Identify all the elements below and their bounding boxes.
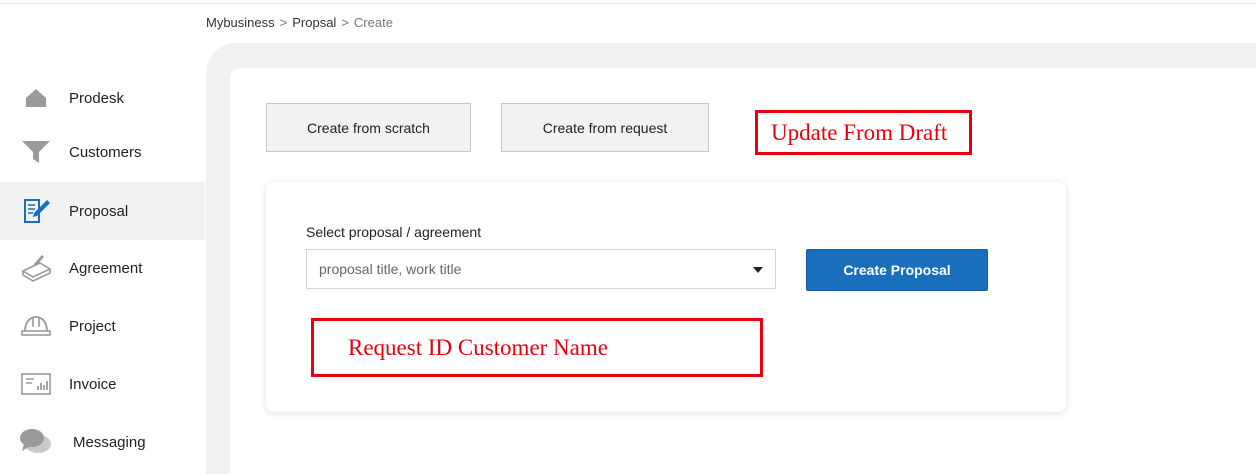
sidebar: Prodesk Customers Proposal Agreement Pro… — [0, 70, 205, 474]
sidebar-item-invoice[interactable]: Invoice — [0, 356, 205, 412]
funnel-icon — [18, 134, 54, 170]
request-id-customer-name-annotation: Request ID Customer Name — [311, 318, 763, 377]
invoice-icon — [18, 366, 54, 402]
proposal-document-icon — [18, 193, 54, 229]
sidebar-item-label: Proposal — [69, 202, 129, 220]
sidebar-item-label: Agreement — [69, 259, 143, 277]
create-proposal-button[interactable]: Create Proposal — [806, 249, 988, 291]
breadcrumb-separator: > — [279, 15, 288, 30]
proposal-select-dropdown[interactable]: proposal title, work title — [306, 249, 776, 289]
proposal-select-card — [266, 182, 1066, 412]
breadcrumb-current: Create — [353, 15, 393, 30]
create-from-scratch-button[interactable]: Create from scratch — [266, 103, 471, 152]
chat-bubbles-icon — [18, 424, 54, 460]
sidebar-item-customers[interactable]: Customers — [0, 124, 205, 180]
breadcrumb: Mybusiness > Propsal > Create — [206, 15, 393, 30]
sidebar-item-label: Project — [69, 317, 116, 335]
chevron-down-icon — [753, 267, 763, 273]
update-from-draft-annotation: Update From Draft — [755, 110, 972, 155]
sidebar-item-proposal[interactable]: Proposal — [0, 182, 205, 240]
top-divider — [0, 3, 1256, 4]
breadcrumb-item-mybusiness[interactable]: Mybusiness — [206, 15, 275, 30]
sidebar-item-label: Invoice — [69, 375, 117, 393]
hardhat-icon — [18, 308, 54, 344]
create-from-request-button[interactable]: Create from request — [501, 103, 709, 152]
sidebar-item-prodesk[interactable]: Prodesk — [0, 70, 205, 126]
sidebar-item-label: Messaging — [73, 433, 146, 451]
home-icon — [18, 80, 54, 116]
select-proposal-label: Select proposal / agreement — [306, 224, 482, 240]
sidebar-item-agreement[interactable]: Agreement — [0, 240, 205, 296]
breadcrumb-item-proposal[interactable]: Propsal — [292, 15, 336, 30]
sidebar-item-label: Customers — [69, 143, 142, 161]
breadcrumb-separator: > — [341, 15, 349, 30]
sidebar-item-project[interactable]: Project — [0, 298, 205, 354]
agreement-icon — [18, 250, 54, 286]
proposal-select-placeholder: proposal title, work title — [319, 261, 462, 277]
sidebar-item-label: Prodesk — [69, 89, 125, 107]
sidebar-item-messaging[interactable]: Messaging — [0, 414, 205, 470]
